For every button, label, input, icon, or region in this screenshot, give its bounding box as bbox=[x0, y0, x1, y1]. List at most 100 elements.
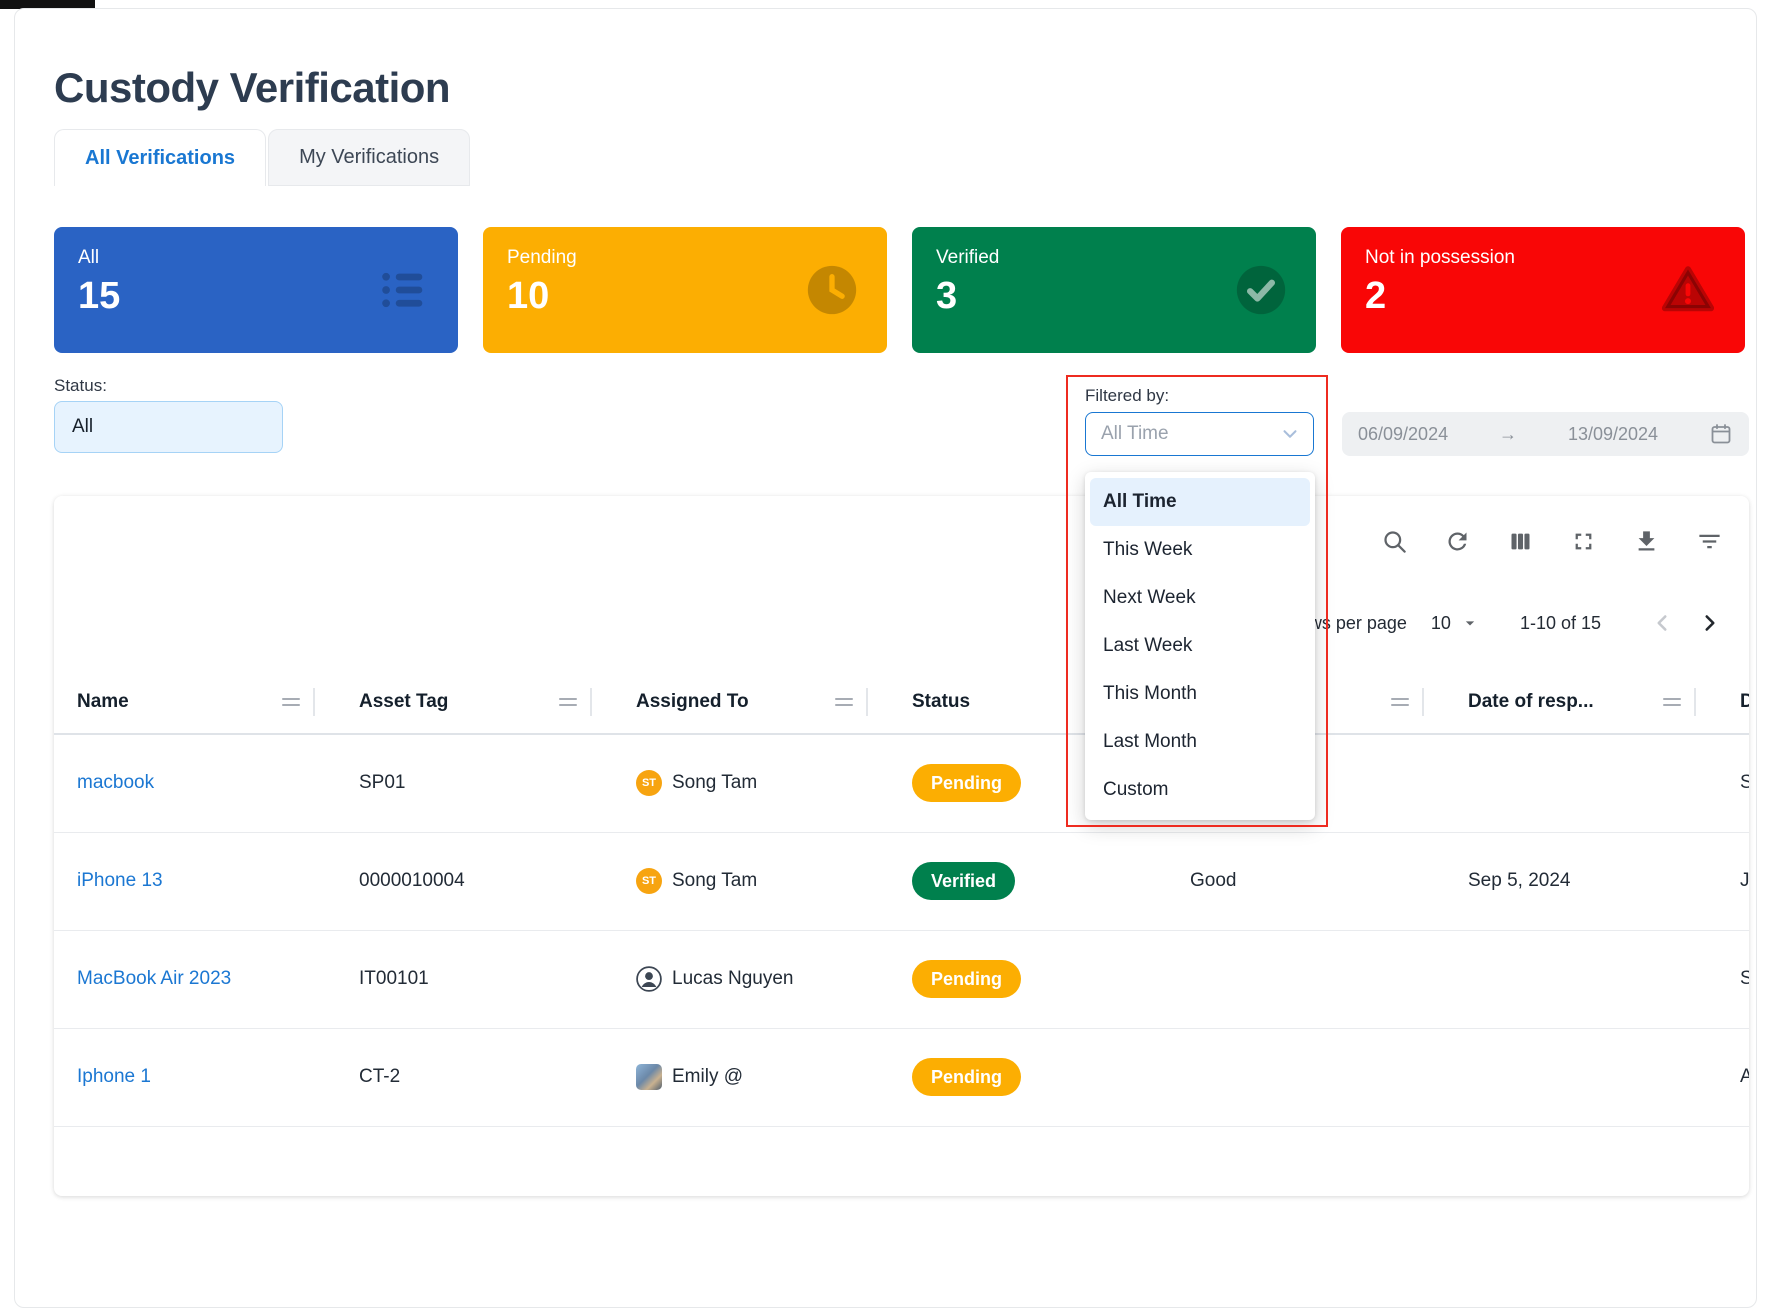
page-title: Custody Verification bbox=[54, 64, 1756, 112]
column-divider bbox=[1422, 688, 1424, 716]
status-badge: Verified bbox=[912, 862, 1015, 900]
column-header-asset-tag: Asset Tag bbox=[355, 671, 632, 734]
filtered-by-select[interactable]: All Time bbox=[1085, 412, 1314, 456]
columns-icon[interactable] bbox=[1507, 528, 1534, 555]
column-drag-handle[interactable] bbox=[558, 688, 592, 716]
dropdown-option-all-time[interactable]: All Time bbox=[1090, 478, 1310, 526]
dropdown-option-next-week[interactable]: Next Week bbox=[1085, 574, 1315, 622]
column-drag-handle[interactable] bbox=[281, 688, 315, 716]
column-header-assigned-to: Assigned To bbox=[632, 671, 908, 734]
condition-cell: Good bbox=[1186, 832, 1464, 930]
caret-down-icon bbox=[1460, 613, 1480, 633]
clipped-cell: J bbox=[1736, 832, 1749, 930]
asset-tag-cell: 0000010004 bbox=[355, 832, 632, 930]
assignee-name: Lucas Nguyen bbox=[672, 968, 793, 990]
status-select[interactable]: All bbox=[54, 401, 283, 453]
tab-my-verifications[interactable]: My Verifications bbox=[268, 129, 470, 186]
assignee-name: Song Tam bbox=[672, 772, 757, 794]
status-label: Status: bbox=[54, 376, 283, 396]
filtered-by-group: Filtered by: All Time bbox=[1085, 386, 1314, 456]
clipped-cell: A bbox=[1736, 1028, 1749, 1126]
date-of-resp-cell bbox=[1464, 734, 1736, 832]
download-icon[interactable] bbox=[1633, 528, 1660, 555]
custody-verification-page: Custody Verification All Verifications M… bbox=[14, 8, 1757, 1308]
chevron-left-icon bbox=[1649, 610, 1675, 636]
column-header-date-of-resp: Date of resp... bbox=[1464, 671, 1736, 734]
asset-tag-cell: SP01 bbox=[355, 734, 632, 832]
fullscreen-icon[interactable] bbox=[1570, 528, 1597, 555]
pagination-range: 1-10 of 15 bbox=[1520, 613, 1601, 634]
drag-lines-icon bbox=[834, 694, 854, 710]
column-drag-handle[interactable] bbox=[1390, 688, 1424, 716]
table-row: iPhone 13 0000010004 ST Song Tam Verifie… bbox=[54, 832, 1749, 930]
column-drag-handle[interactable] bbox=[834, 688, 868, 716]
date-range-input[interactable]: 06/09/2024 → 13/09/2024 bbox=[1342, 412, 1749, 456]
condition-cell bbox=[1186, 930, 1464, 1028]
time-filter-dropdown: All Time This Week Next Week Last Week T… bbox=[1085, 472, 1315, 820]
asset-name-link[interactable]: iPhone 13 bbox=[77, 870, 163, 891]
drag-lines-icon bbox=[558, 694, 578, 710]
tab-bar: All Verifications My Verifications bbox=[54, 129, 1756, 186]
column-divider bbox=[1694, 688, 1696, 716]
refresh-icon[interactable] bbox=[1444, 528, 1471, 555]
assignee-cell: ST Song Tam bbox=[636, 868, 908, 894]
tab-all-verifications[interactable]: All Verifications bbox=[54, 129, 266, 186]
stat-card-pending[interactable]: Pending 10 bbox=[483, 227, 887, 353]
dropdown-option-this-month[interactable]: This Month bbox=[1085, 670, 1315, 718]
filter-row: Status: All Filtered by: All Time 06/09/… bbox=[15, 376, 1756, 456]
rows-per-page-value: 10 bbox=[1431, 613, 1451, 634]
list-icon bbox=[374, 261, 432, 319]
dropdown-option-this-week[interactable]: This Week bbox=[1085, 526, 1315, 574]
table-toolbar bbox=[54, 524, 1749, 558]
status-filter-group: Status: All bbox=[54, 376, 283, 453]
asset-name-link[interactable]: MacBook Air 2023 bbox=[77, 968, 231, 989]
filter-icon[interactable] bbox=[1696, 528, 1723, 555]
stat-card-not-in-possession[interactable]: Not in possession 2 bbox=[1341, 227, 1745, 353]
date-start: 06/09/2024 bbox=[1358, 424, 1448, 445]
rows-per-page-select[interactable]: 10 bbox=[1431, 613, 1480, 634]
column-divider bbox=[313, 688, 315, 716]
status-badge: Pending bbox=[912, 1058, 1021, 1096]
date-of-resp-cell: Sep 5, 2024 bbox=[1464, 832, 1736, 930]
column-header-clipped: D bbox=[1736, 671, 1749, 734]
table-row: macbook SP01 ST Song Tam Pending S bbox=[54, 734, 1749, 832]
calendar-icon bbox=[1709, 422, 1733, 446]
dropdown-option-last-month[interactable]: Last Month bbox=[1085, 718, 1315, 766]
asset-name-link[interactable]: Iphone 1 bbox=[77, 1066, 151, 1087]
assignee-cell: Lucas Nguyen bbox=[636, 966, 908, 992]
assignee-name: Emily @ bbox=[672, 1066, 743, 1088]
clipped-cell: S bbox=[1736, 734, 1749, 832]
table-row: Iphone 1 CT-2 Emily @ Pending A bbox=[54, 1028, 1749, 1126]
dropdown-option-last-week[interactable]: Last Week bbox=[1085, 622, 1315, 670]
next-page-button[interactable] bbox=[1697, 610, 1723, 636]
assignee-cell: Emily @ bbox=[636, 1064, 908, 1090]
search-icon[interactable] bbox=[1381, 528, 1408, 555]
stat-card-verified[interactable]: Verified 3 bbox=[912, 227, 1316, 353]
verifications-table-card: Rows per page 10 1-10 of 15 Name bbox=[54, 496, 1749, 1196]
filtered-by-label: Filtered by: bbox=[1085, 386, 1314, 406]
avatar-initials: ST bbox=[636, 868, 662, 894]
column-divider bbox=[590, 688, 592, 716]
condition-cell bbox=[1186, 1028, 1464, 1126]
verifications-table: Name Asset Tag Assig bbox=[54, 671, 1749, 1127]
assignee-name: Song Tam bbox=[672, 870, 757, 892]
clock-icon bbox=[803, 261, 861, 319]
column-header-name: Name bbox=[54, 671, 355, 734]
status-select-value: All bbox=[72, 416, 93, 438]
stat-cards-row: All 15 Pending 10 Verified 3 bbox=[54, 227, 1756, 353]
filtered-by-value: All Time bbox=[1101, 423, 1169, 445]
column-divider bbox=[866, 688, 868, 716]
asset-name-link[interactable]: macbook bbox=[77, 772, 154, 793]
status-badge: Pending bbox=[912, 764, 1021, 802]
table-header-row: Name Asset Tag Assig bbox=[54, 671, 1749, 734]
dropdown-option-custom[interactable]: Custom bbox=[1085, 766, 1315, 814]
warning-triangle-icon bbox=[1657, 261, 1719, 319]
column-drag-handle[interactable] bbox=[1662, 688, 1696, 716]
asset-tag-cell: IT00101 bbox=[355, 930, 632, 1028]
clipped-cell: S bbox=[1736, 930, 1749, 1028]
previous-page-button[interactable] bbox=[1649, 610, 1675, 636]
drag-lines-icon bbox=[281, 694, 301, 710]
stat-card-all[interactable]: All 15 bbox=[54, 227, 458, 353]
chevron-right-icon bbox=[1697, 610, 1723, 636]
avatar-initials: ST bbox=[636, 770, 662, 796]
